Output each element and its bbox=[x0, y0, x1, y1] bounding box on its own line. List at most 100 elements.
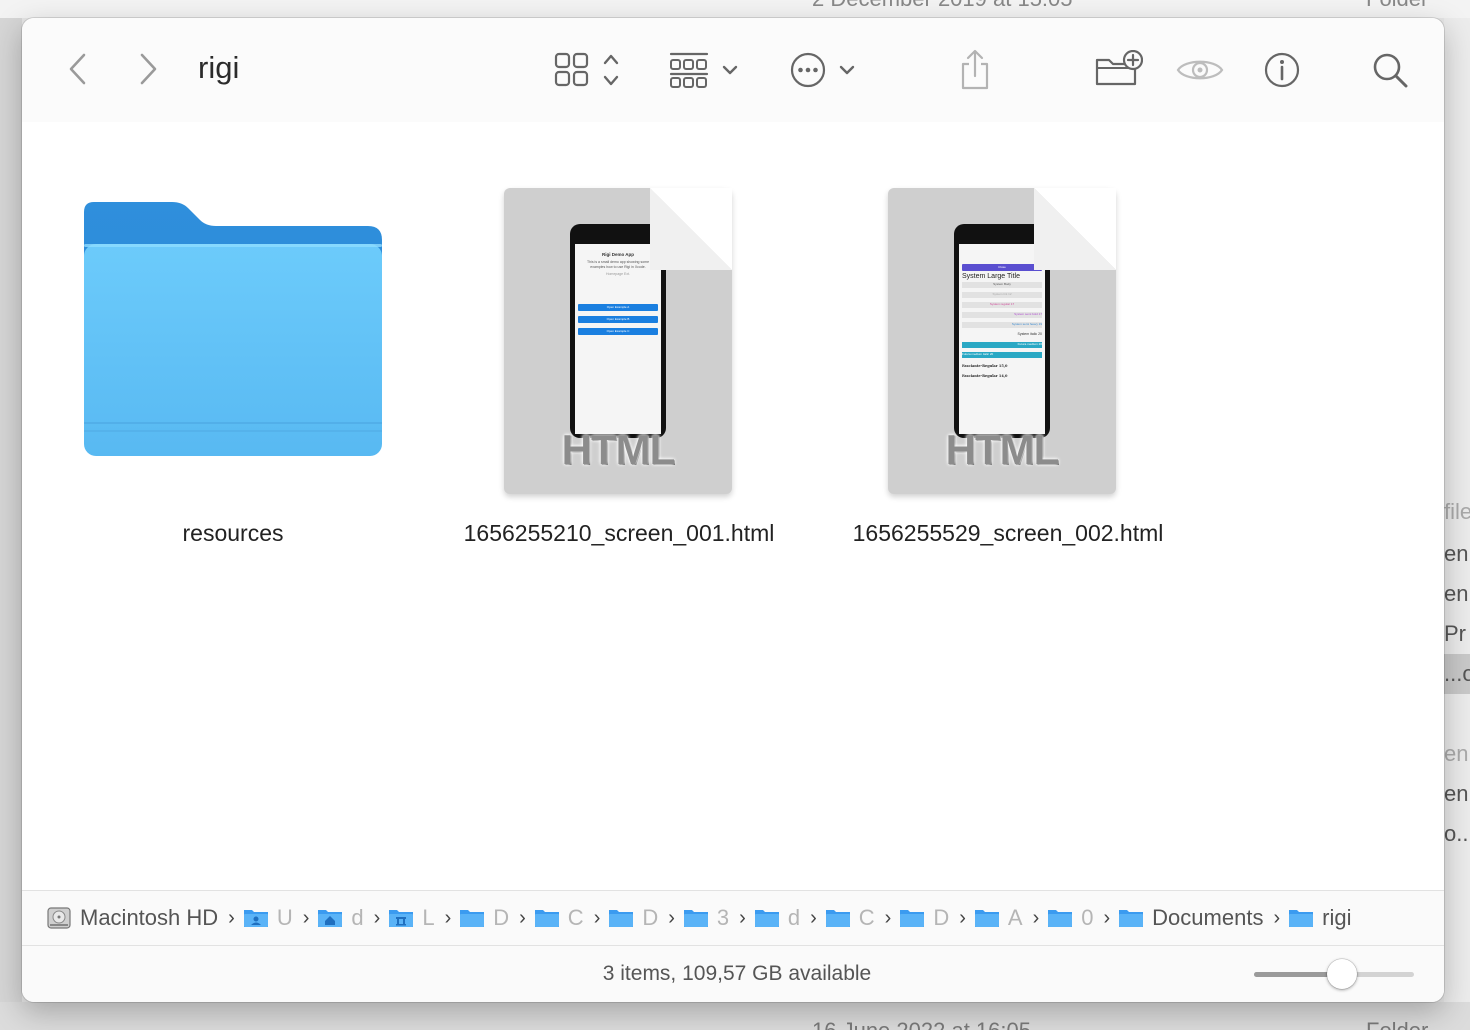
path-item-rigi[interactable]: rigi bbox=[1288, 905, 1351, 931]
path-item-macintosh-hd[interactable]: Macintosh HD › bbox=[46, 905, 243, 931]
toolbar: rigi bbox=[22, 18, 1444, 122]
background-row: en bbox=[1444, 541, 1469, 566]
path-item[interactable]: 3 › bbox=[683, 905, 754, 931]
file-name: resources bbox=[182, 520, 284, 546]
share-icon bbox=[961, 49, 989, 90]
chevron-right-icon: › bbox=[1032, 906, 1040, 929]
folder-icon bbox=[1289, 910, 1314, 927]
preview-header: Close bbox=[962, 264, 1042, 271]
path-item-label: Macintosh HD bbox=[80, 905, 219, 930]
file-item-resources[interactable]: resources bbox=[78, 200, 388, 560]
path-item-users[interactable]: U › bbox=[243, 905, 318, 931]
new-folder-button[interactable] bbox=[1090, 48, 1144, 92]
file-name: 1656255210_screen_001.html bbox=[463, 520, 775, 546]
chevron-right-icon: › bbox=[593, 906, 601, 929]
file-item-screen-002[interactable]: Close System Large Title System Body Sys… bbox=[828, 170, 1188, 560]
path-item-label: C bbox=[858, 905, 875, 930]
file-item-screen-001[interactable]: Rigi Demo App This is a small demo app s… bbox=[446, 170, 792, 560]
view-mode-button[interactable] bbox=[552, 48, 628, 92]
path-item-label: d bbox=[351, 905, 364, 930]
path-bar: Macintosh HD › U › d › L › D › C › D › 3… bbox=[22, 890, 1444, 946]
search-button[interactable] bbox=[1368, 48, 1412, 92]
preview-title: Rigi Demo App bbox=[601, 252, 635, 257]
folder-icon bbox=[974, 910, 999, 927]
user-folder-icon bbox=[243, 910, 268, 927]
folder-icon bbox=[683, 910, 708, 927]
background-row: Pr bbox=[1444, 621, 1466, 646]
background-row: en bbox=[1444, 581, 1469, 606]
group-button[interactable] bbox=[668, 48, 744, 92]
path-item-label: rigi bbox=[1322, 905, 1352, 930]
dog-ear bbox=[650, 188, 732, 270]
chevron-right-icon: › bbox=[1273, 906, 1281, 929]
chevron-right-icon: › bbox=[302, 906, 310, 929]
path-item-label: D bbox=[933, 905, 950, 930]
chevron-right-icon: › bbox=[1103, 906, 1111, 929]
back-button[interactable] bbox=[58, 48, 98, 90]
path-item-label: C bbox=[567, 905, 584, 930]
preview-row: System Body bbox=[962, 282, 1042, 288]
new-folder-icon bbox=[1095, 50, 1143, 86]
path-item[interactable]: d › bbox=[754, 905, 825, 931]
preview-title: System Large Title bbox=[962, 273, 1020, 280]
path-item-home[interactable]: d › bbox=[317, 905, 388, 931]
chevron-right-icon: › bbox=[739, 906, 746, 929]
ellipsis-circle-icon bbox=[790, 52, 855, 88]
grid-view-icon bbox=[554, 52, 619, 87]
chevron-left-icon bbox=[69, 53, 86, 85]
path-item-label: 0 bbox=[1081, 905, 1094, 930]
background-row: o... bbox=[1444, 821, 1470, 846]
background-row: en bbox=[1444, 741, 1469, 766]
path-item-label: d bbox=[787, 905, 801, 930]
background-kind-text: Folder bbox=[1366, 0, 1428, 12]
folder-icon bbox=[84, 202, 382, 456]
background-date-text: 16 June 2022 at 16:05 bbox=[812, 1018, 1031, 1030]
share-button[interactable] bbox=[952, 46, 998, 94]
chevron-right-icon: › bbox=[884, 906, 892, 929]
preview-link: Homepage Ext. bbox=[605, 272, 631, 276]
path-item[interactable]: D › bbox=[899, 905, 974, 931]
background-kind-text: Folder bbox=[1366, 1018, 1428, 1030]
background-window-right: file en en Pr ...o en en o... bbox=[1444, 18, 1470, 1002]
library-folder-icon bbox=[389, 910, 414, 927]
slider-knob[interactable] bbox=[1327, 959, 1357, 989]
preview-row: System tint 12 bbox=[962, 292, 1042, 298]
quick-look-button[interactable] bbox=[1174, 48, 1226, 92]
path-item-label: D bbox=[493, 905, 510, 930]
preview-row: Futura medium 20 bbox=[962, 342, 1042, 348]
folder-icon bbox=[754, 910, 779, 927]
chevron-right-icon: › bbox=[959, 906, 966, 929]
preview-row: Futura medium italic 20 bbox=[962, 352, 1042, 358]
html-document-icon: Close System Large Title System Body Sys… bbox=[888, 188, 1116, 494]
html-badge: HTML bbox=[945, 426, 1060, 473]
path-item[interactable]: D › bbox=[608, 905, 683, 931]
preview-row: Fasciante-Regular 14,0 bbox=[962, 374, 1008, 378]
path-item[interactable]: C › bbox=[825, 905, 900, 931]
path-item[interactable]: C › bbox=[534, 905, 609, 931]
chevron-right-icon: › bbox=[810, 906, 817, 929]
path-item[interactable]: D › bbox=[459, 905, 534, 931]
path-item-label: L bbox=[422, 905, 435, 930]
path-item-documents[interactable]: Documents › bbox=[1118, 905, 1288, 931]
path-item-label: D bbox=[642, 905, 659, 930]
dog-ear bbox=[1034, 188, 1116, 270]
folder-icon bbox=[1048, 910, 1073, 927]
file-name: 1656255529_screen_002.html bbox=[852, 520, 1164, 546]
preview-row: System italic 20 bbox=[1017, 332, 1042, 336]
preview-body: This is a small demo app showing some ex… bbox=[586, 260, 650, 269]
path-item[interactable]: 0 › bbox=[1047, 905, 1118, 931]
action-menu-button[interactable] bbox=[788, 48, 860, 92]
forward-button[interactable] bbox=[128, 48, 168, 90]
file-browser-content: resources Rigi Demo App This is a small … bbox=[22, 122, 1444, 890]
info-icon bbox=[1264, 52, 1300, 88]
folder-icon bbox=[900, 910, 925, 927]
finder-window: rigi resources Rigi Demo App This is a s… bbox=[22, 18, 1444, 1002]
background-row: file bbox=[1444, 499, 1470, 524]
get-info-button[interactable] bbox=[1260, 48, 1304, 92]
preview-button: Open Example C bbox=[578, 328, 658, 335]
chevron-right-icon bbox=[140, 53, 157, 85]
path-item-library[interactable]: L › bbox=[388, 905, 459, 931]
folder-icon bbox=[460, 910, 485, 927]
preview-row: System semi heavy 19 bbox=[962, 322, 1042, 328]
path-item[interactable]: A › bbox=[974, 905, 1047, 931]
